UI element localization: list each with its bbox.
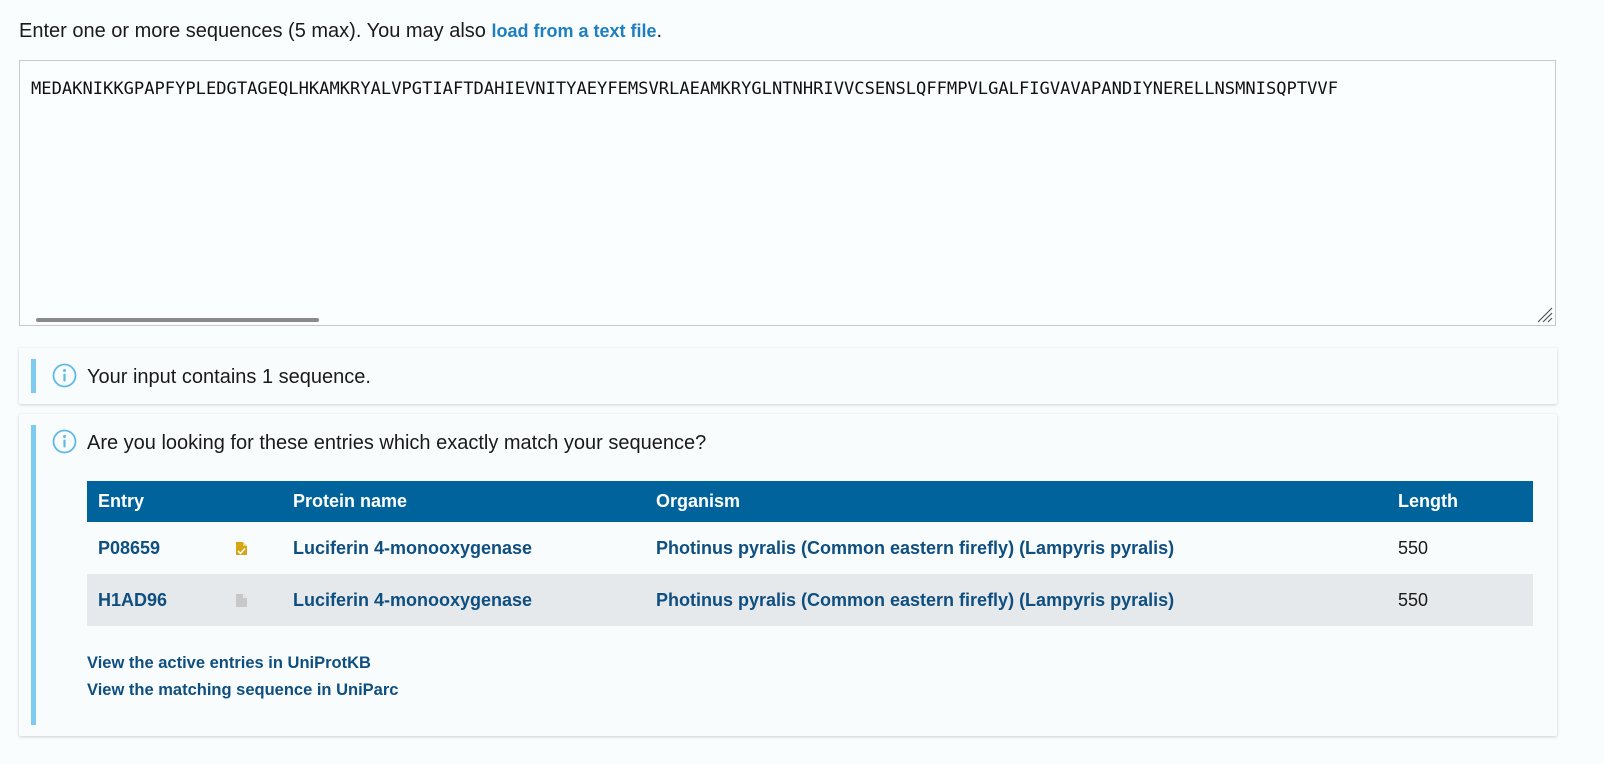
intro-text: Enter one or more sequences (5 max). You… xyxy=(19,20,492,42)
protein-name-link[interactable]: Luciferin 4-monooxygenase xyxy=(282,522,645,574)
column-header-organism[interactable]: Organism xyxy=(645,481,1387,522)
entry-link[interactable]: P08659 xyxy=(98,538,235,559)
load-from-file-link[interactable]: load from a text file xyxy=(491,21,656,41)
sequence-textarea[interactable]: MEDAKNIKKGPAPFYPLEDGTAGEQLHKAMKRYALVPGTI… xyxy=(19,60,1556,326)
organism-link[interactable]: Photinus pyralis (Common eastern firefly… xyxy=(645,574,1387,626)
column-header-entry[interactable]: Entry xyxy=(87,481,282,522)
results-table: Entry Protein name Organism Length P0865… xyxy=(87,481,1533,626)
table-row: H1AD96 Luciferin 4-monooxygenase Photinu… xyxy=(87,574,1533,626)
entry-link[interactable]: H1AD96 xyxy=(98,590,235,611)
entry-cell: P08659 xyxy=(87,522,282,574)
table-header-row: Entry Protein name Organism Length xyxy=(87,481,1533,522)
intro-suffix: . xyxy=(656,20,663,42)
view-uniparc-link[interactable]: View the matching sequence in UniParc xyxy=(87,677,398,704)
sequence-value: MEDAKNIKKGPAPFYPLEDGTAGEQLHKAMKRYALVPGTI… xyxy=(31,79,1338,99)
notice-bar xyxy=(31,425,36,725)
length-value: 550 xyxy=(1387,574,1533,626)
sequence-count-notice: Your input contains 1 sequence. xyxy=(19,348,1557,404)
view-active-entries-link[interactable]: View the active entries in UniProtKB xyxy=(87,650,398,677)
resize-grip-icon[interactable] xyxy=(1537,307,1553,323)
exact-match-question: Are you looking for these entries which … xyxy=(87,432,707,454)
horizontal-scrollbar[interactable] xyxy=(36,318,319,322)
info-icon xyxy=(52,363,77,388)
footer-links: View the active entries in UniProtKB Vie… xyxy=(87,650,398,704)
sequence-count-text: Your input contains 1 sequence. xyxy=(87,366,371,388)
column-header-length[interactable]: Length xyxy=(1387,481,1533,522)
organism-link[interactable]: Photinus pyralis (Common eastern firefly… xyxy=(645,522,1387,574)
table-row: P08659 Luciferin 4-monooxygenase Photinu… xyxy=(87,522,1533,574)
info-icon xyxy=(52,429,77,454)
page: Enter one or more sequences (5 max). You… xyxy=(0,0,1604,764)
exact-match-notice: Are you looking for these entries which … xyxy=(19,414,1557,736)
column-header-protein-name[interactable]: Protein name xyxy=(282,481,645,522)
length-value: 550 xyxy=(1398,537,1429,558)
intro-line: Enter one or more sequences (5 max). You… xyxy=(19,18,1585,44)
protein-name-link[interactable]: Luciferin 4-monooxygenase xyxy=(282,574,645,626)
unreviewed-document-icon xyxy=(236,594,247,608)
notice-bar xyxy=(31,359,36,393)
entry-cell: H1AD96 xyxy=(87,574,282,626)
reviewed-document-icon xyxy=(236,542,247,556)
